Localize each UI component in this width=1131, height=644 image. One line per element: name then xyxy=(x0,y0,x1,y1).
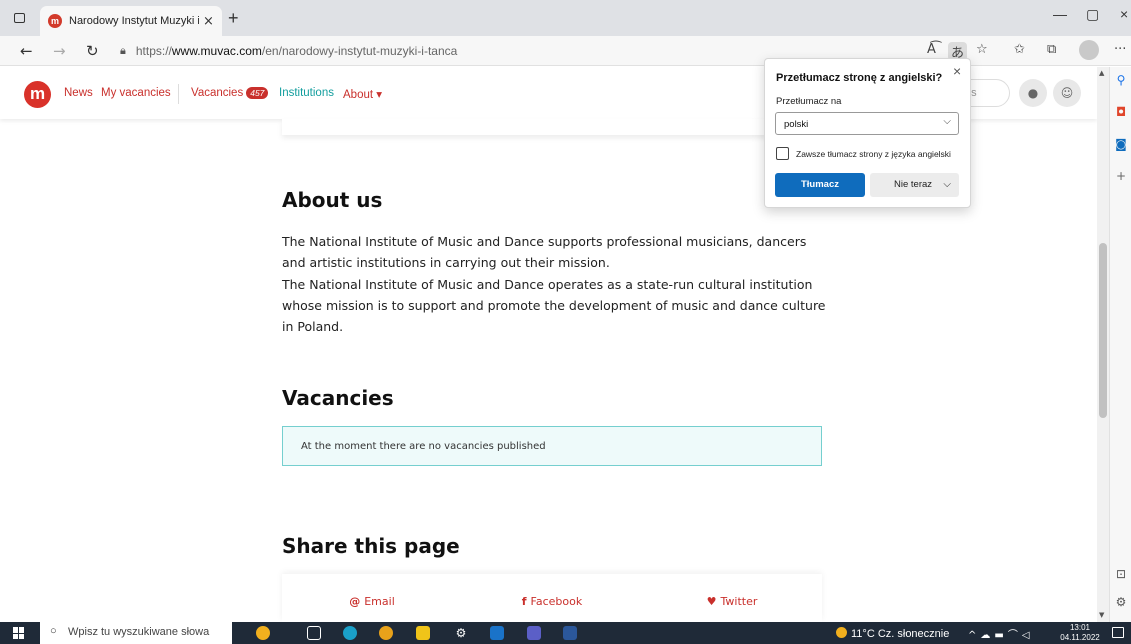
share-twitter-label: Twitter xyxy=(720,595,758,608)
translate-popup: Przetłumacz stronę z angielski? × Przetł… xyxy=(764,58,971,208)
target-language-select[interactable]: polski ⌵ xyxy=(775,112,959,135)
muvac-favicon-icon: m xyxy=(48,14,62,28)
nav-divider xyxy=(178,84,179,104)
about-text: The National Institute of Music and Danc… xyxy=(282,231,827,337)
browser-tab[interactable]: m Narodowy Instytut Muzyki i Tańca × xyxy=(40,6,222,36)
translate-button[interactable]: Tłumacz xyxy=(775,173,865,197)
sun-icon xyxy=(836,627,847,638)
edge-sidebar: ⚲ ◘ ◙ + ⊡ ⚙ xyxy=(1109,67,1131,622)
outlook-icon[interactable]: ◙ xyxy=(1114,137,1128,151)
not-now-button[interactable]: Nie teraz ⌵ xyxy=(870,173,959,197)
translate-popup-title: Przetłumacz stronę z angielski? xyxy=(776,72,943,84)
share-heading: Share this page xyxy=(282,534,460,558)
forward-arrow-icon: → xyxy=(53,42,66,60)
hide-sidebar-icon[interactable]: ⊡ xyxy=(1114,567,1128,581)
vacancies-heading: Vacancies xyxy=(282,386,394,410)
no-vacancies-notice: At the moment there are no vacancies pub… xyxy=(282,426,822,466)
window-minimize-button[interactable]: — xyxy=(1053,6,1067,22)
scroll-down-arrow-icon[interactable]: ▼ xyxy=(1099,611,1104,619)
always-translate-label: Zawsze tłumacz strony z języka angielski xyxy=(796,149,951,159)
tab-title: Narodowy Instytut Muzyki i Tańca xyxy=(69,15,199,27)
user-account-icon[interactable]: ☺ xyxy=(1053,79,1081,107)
scrollbar-thumb[interactable] xyxy=(1099,243,1107,418)
search-icon: ○ xyxy=(50,625,57,637)
tab-actions-icon[interactable] xyxy=(8,8,30,28)
add-favorite-icon[interactable]: ☆ xyxy=(976,42,988,57)
teams-app-icon[interactable] xyxy=(527,626,541,640)
task-view-icon[interactable] xyxy=(307,626,321,640)
translate-to-label: Przetłumacz na xyxy=(776,96,842,107)
share-email-link[interactable]: @ Email xyxy=(282,574,462,622)
system-tray[interactable]: ^☁▬⌒◁ xyxy=(968,626,1034,641)
read-aloud-icon[interactable]: A͡ xyxy=(927,42,936,57)
vacancies-count-badge: 457 xyxy=(246,87,269,99)
browser-tab-bar: m Narodowy Instytut Muzyki i Tańca × + —… xyxy=(0,0,1131,36)
taskbar-search-input[interactable]: ○ Wpisz tu wyszukiwane słowa xyxy=(40,622,232,644)
back-arrow-icon[interactable]: ← xyxy=(20,42,33,60)
url-field[interactable]: 🔒︎ https://www.muvac.com/en/narodowy-ins… xyxy=(116,40,856,62)
url-path: /en/narodowy-instytut-muzyki-i-tanca xyxy=(261,44,458,58)
twitter-icon: ♥ xyxy=(706,595,717,608)
share-email-label: Email xyxy=(364,595,395,608)
nav-vacancies[interactable]: Vacancies 457 xyxy=(191,87,269,99)
taskbar-search-placeholder: Wpisz tu wyszukiwane słowa xyxy=(68,626,210,638)
nav-institutions[interactable]: Institutions xyxy=(279,87,334,99)
taskbar-clock[interactable]: 13:01 04.11.2022 xyxy=(1058,623,1102,643)
chrome-browser-icon[interactable] xyxy=(379,626,393,640)
profile-card-bottom xyxy=(282,119,822,135)
add-sidebar-app-icon[interactable]: + xyxy=(1114,169,1128,183)
selected-language: polski xyxy=(784,119,809,130)
edge-browser-icon[interactable] xyxy=(343,626,357,640)
windows-start-icon[interactable] xyxy=(13,627,25,639)
window-close-button[interactable]: × xyxy=(1120,6,1128,22)
about-heading: About us xyxy=(282,188,383,212)
messages-icon[interactable]: ● xyxy=(1019,79,1047,107)
nav-my-vacancies[interactable]: My vacancies xyxy=(101,87,171,99)
settings-gear-icon[interactable]: ⚙ xyxy=(454,626,468,640)
word-app-icon[interactable] xyxy=(563,626,577,640)
not-now-label: Nie teraz xyxy=(894,179,933,190)
facebook-icon: f xyxy=(521,595,527,608)
at-sign-icon: @ xyxy=(349,595,361,608)
favorites-icon[interactable]: ✩ xyxy=(1014,42,1025,57)
search-highlight-icon[interactable] xyxy=(256,626,270,640)
share-bar: @ Email f Facebook ♥ Twitter xyxy=(282,574,822,622)
lock-icon: 🔒︎ xyxy=(120,44,126,57)
windows-taskbar: ○ Wpisz tu wyszukiwane słowa ⚙ 11°C Cz. … xyxy=(0,622,1131,644)
weather-widget[interactable]: 11°C Cz. słonecznie xyxy=(836,627,949,640)
always-translate-checkbox[interactable] xyxy=(776,147,789,160)
file-explorer-icon[interactable] xyxy=(416,626,430,640)
about-paragraph-2: The National Institute of Music and Danc… xyxy=(282,276,826,335)
outlook-app-icon[interactable] xyxy=(490,626,504,640)
search-icon[interactable]: ⚲ xyxy=(1114,73,1128,87)
clock-time: 13:01 xyxy=(1069,623,1091,632)
window-restore-button[interactable]: ▢ xyxy=(1086,6,1099,23)
chevron-down-icon: ⌵ xyxy=(943,179,951,190)
tab-close-icon[interactable]: × xyxy=(203,14,214,29)
nav-vacancies-label: Vacancies xyxy=(191,87,244,99)
nav-news[interactable]: News xyxy=(64,87,93,99)
scroll-up-arrow-icon[interactable]: ▲ xyxy=(1099,69,1104,77)
url-host: www.muvac.com xyxy=(171,44,262,58)
office-icon[interactable]: ◘ xyxy=(1114,105,1128,119)
share-twitter-link[interactable]: ♥ Twitter xyxy=(642,574,822,622)
sidebar-settings-gear-icon[interactable]: ⚙ xyxy=(1114,595,1128,609)
collections-icon[interactable]: ⧉ xyxy=(1047,42,1056,57)
muvac-logo[interactable]: m xyxy=(24,81,51,108)
weather-text: 11°C Cz. słonecznie xyxy=(851,628,950,640)
profile-avatar-icon[interactable] xyxy=(1079,40,1099,60)
share-facebook-label: Facebook xyxy=(530,595,583,608)
page-scrollbar[interactable]: ▲ ▼ xyxy=(1097,67,1109,622)
notification-center-icon[interactable] xyxy=(1112,627,1124,638)
url-prefix: https:// xyxy=(135,44,172,58)
about-paragraph-1: The National Institute of Music and Danc… xyxy=(282,234,807,271)
nav-about[interactable]: About ▾ xyxy=(343,87,382,101)
more-options-icon[interactable]: ··· xyxy=(1114,42,1126,57)
share-facebook-link[interactable]: f Facebook xyxy=(462,574,642,622)
new-tab-button[interactable]: + xyxy=(228,8,239,29)
close-icon[interactable]: × xyxy=(953,63,961,79)
chevron-down-icon: ⌵ xyxy=(943,116,951,127)
refresh-icon[interactable]: ↻ xyxy=(86,42,99,60)
clock-date: 04.11.2022 xyxy=(1060,633,1100,642)
